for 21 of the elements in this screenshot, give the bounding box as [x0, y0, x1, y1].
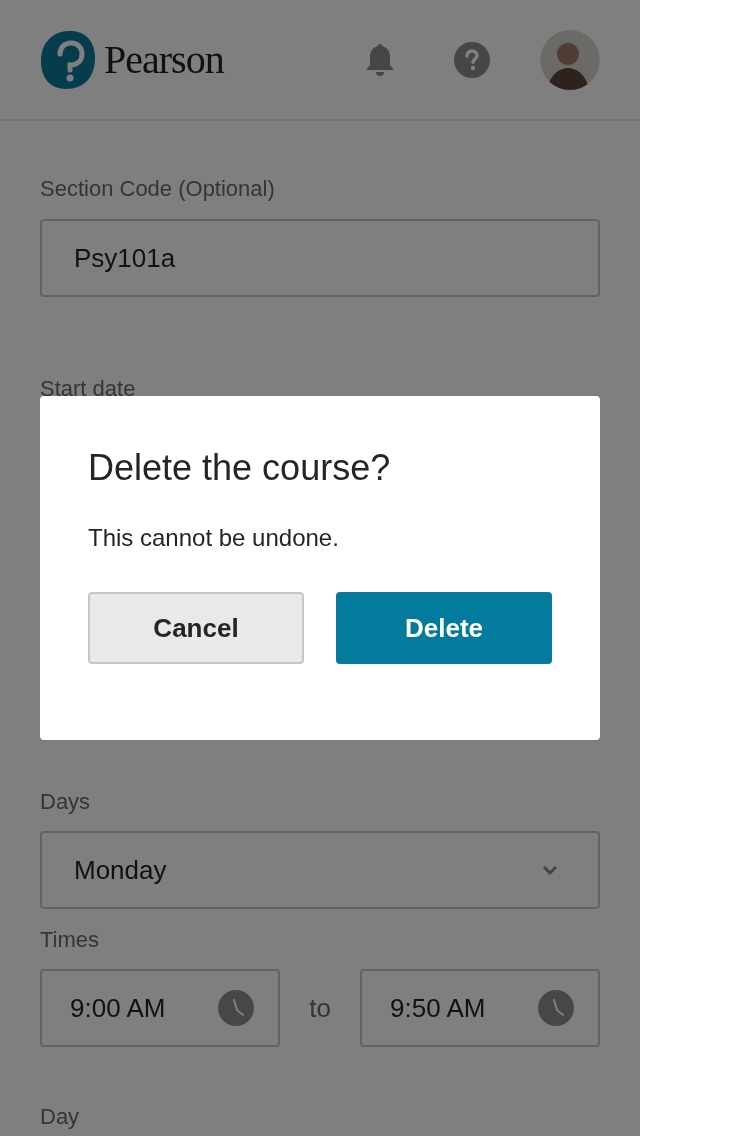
time-field[interactable]: 9:50 AM	[360, 969, 600, 1047]
field-label: Section Code (Optional)	[40, 175, 275, 203]
chevron-down-icon	[542, 865, 558, 875]
user-avatar[interactable]	[540, 29, 600, 90]
dialog-message: This cannot be undone.	[88, 523, 340, 553]
delete-button[interactable]: Delete	[336, 592, 552, 664]
dialog-title: Delete the course?	[88, 446, 392, 490]
logo-icon	[40, 29, 96, 90]
field-label: Day	[40, 1103, 80, 1131]
dropdown-field[interactable]: Monday	[40, 831, 600, 909]
field-label: Days	[40, 788, 91, 816]
text-field[interactable]: Psy101a	[40, 219, 600, 297]
clock-icon[interactable]	[538, 990, 574, 1026]
time-field[interactable]: 9:00 AM	[40, 969, 280, 1047]
logo-text: Pearson	[104, 39, 224, 80]
field-label: Start date	[40, 375, 136, 403]
clock-icon[interactable]	[218, 990, 254, 1026]
range-separator: to	[308, 991, 332, 1025]
cancel-button[interactable]: Cancel	[88, 592, 304, 664]
help-icon[interactable]	[454, 41, 490, 78]
field-label: Times	[40, 926, 100, 954]
